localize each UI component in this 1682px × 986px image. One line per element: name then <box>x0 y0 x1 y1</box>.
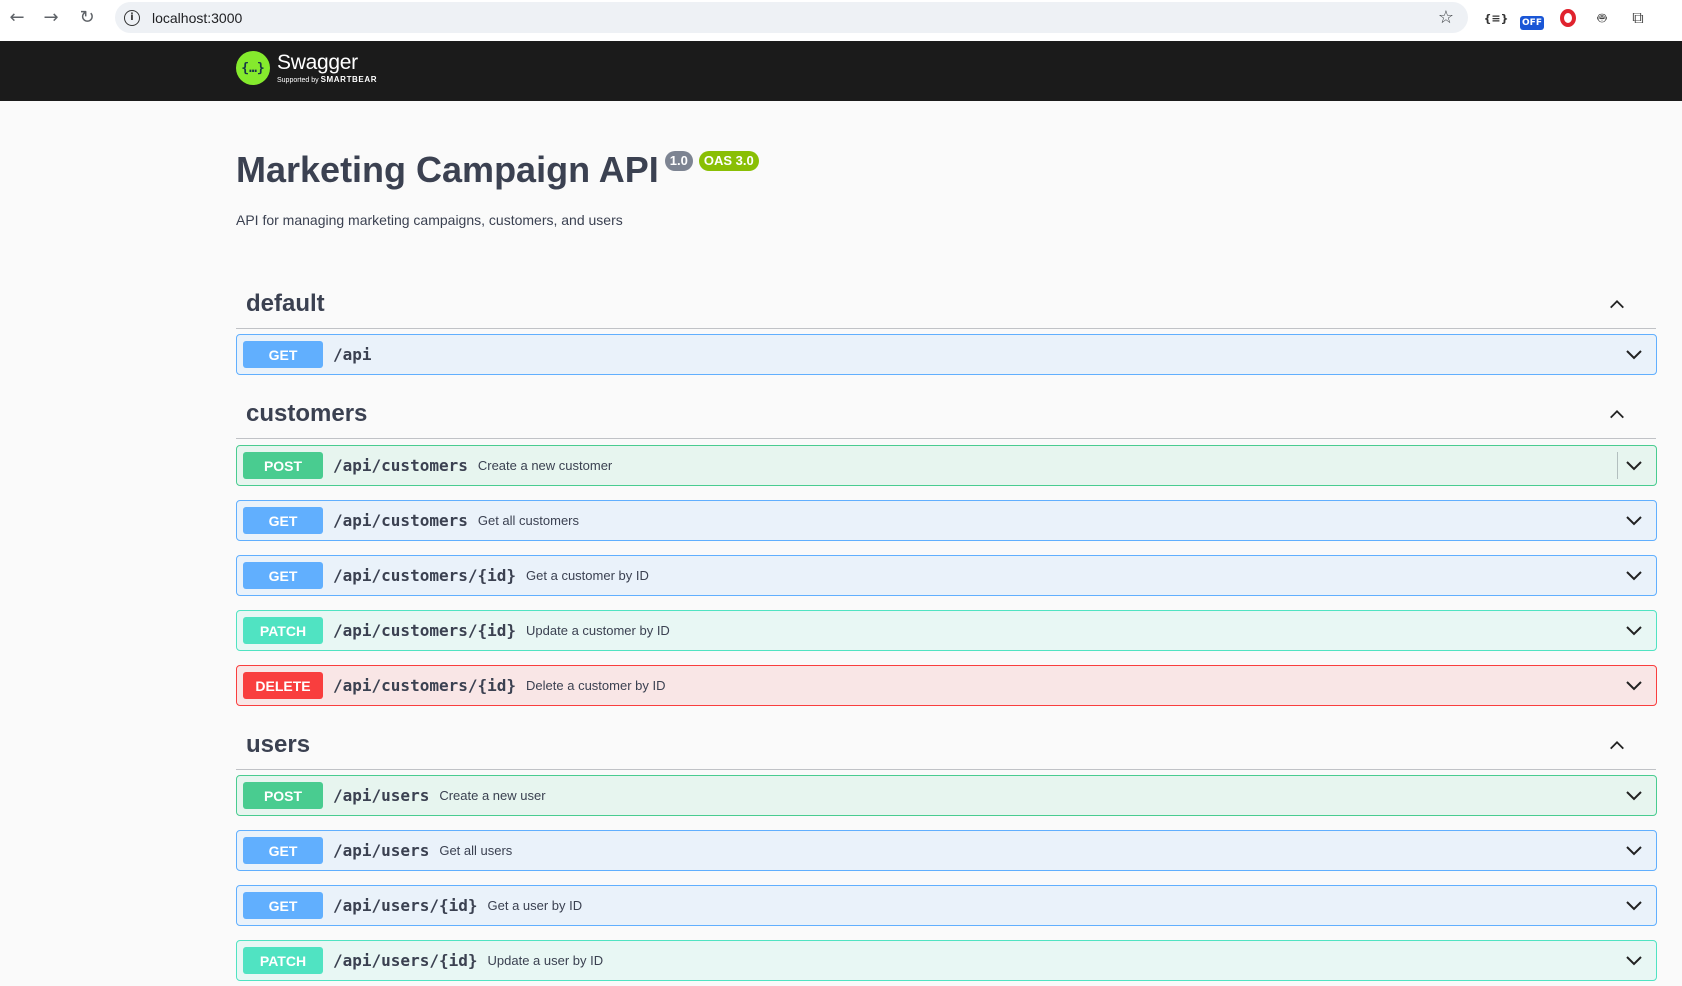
address-bar-url[interactable]: localhost:3000 <box>152 10 242 26</box>
oas-badge: OAS 3.0 <box>698 151 759 171</box>
operation-get-api[interactable]: GET /api <box>236 334 1657 375</box>
chevron-down-icon[interactable] <box>1624 566 1644 586</box>
operation-summary: Create a new user <box>439 788 546 803</box>
chevron-down-icon[interactable] <box>1624 951 1644 971</box>
api-description: API for managing marketing campaigns, cu… <box>236 212 623 228</box>
browser-toolbar: ← → ↻ i localhost:3000 ☆ {≡} OFF 🤖︎ ⧉ <box>0 0 1682 41</box>
chevron-down-icon[interactable] <box>1624 345 1644 365</box>
api-info: Marketing Campaign API 1.0 OAS 3.0 <box>236 148 759 192</box>
logo-supported-text: Supported by <box>277 76 319 84</box>
method-badge: GET <box>243 562 323 589</box>
chevron-down-icon[interactable] <box>1624 621 1644 641</box>
operation-summary: Get all customers <box>477 513 580 528</box>
operation-post-customers[interactable]: POST /api/customers Create a new custome… <box>236 445 1657 486</box>
forward-arrow-icon[interactable]: → <box>34 0 68 34</box>
operation-path: /api/customers/{id} <box>333 676 517 695</box>
chevron-down-icon[interactable] <box>1624 511 1644 531</box>
section-header-default[interactable]: default <box>236 279 1656 329</box>
logo-name: Swagger <box>277 50 358 74</box>
operation-path: /api/users <box>333 841 430 860</box>
chevron-up-icon <box>1610 410 1624 419</box>
method-badge: POST <box>243 782 323 809</box>
operation-summary: Get a user by ID <box>487 898 583 913</box>
section-header-customers[interactable]: customers <box>236 389 1656 439</box>
operation-summary: Get a customer by ID <box>526 568 649 583</box>
method-badge: PATCH <box>243 617 323 644</box>
chevron-down-icon[interactable] <box>1624 841 1644 861</box>
swagger-logo-icon: {…} <box>236 51 270 85</box>
address-bar[interactable]: i localhost:3000 ☆ <box>115 2 1468 33</box>
operation-path: /api/customers/{id} <box>333 566 517 585</box>
chevron-up-icon <box>1610 300 1624 309</box>
chevron-down-icon[interactable] <box>1624 456 1644 476</box>
operation-path: /api <box>333 345 372 364</box>
section-title: default <box>246 289 325 317</box>
version-badge: 1.0 <box>664 151 693 171</box>
off-badge-extension-icon[interactable]: OFF <box>1518 6 1546 30</box>
method-badge: GET <box>243 892 323 919</box>
operation-path: /api/customers <box>333 511 468 530</box>
method-badge: GET <box>243 507 323 534</box>
swagger-logo[interactable]: {…} Swagger Supported by SMARTBEAR <box>236 51 377 85</box>
section-title: users <box>246 730 311 758</box>
robot-icon[interactable]: 🤖︎ <box>1590 6 1614 30</box>
logo-brand-text: SMARTBEAR <box>320 74 378 84</box>
method-badge: GET <box>243 837 323 864</box>
chevron-down-icon[interactable] <box>1624 896 1644 916</box>
braces-icon[interactable]: {≡} <box>1484 6 1509 30</box>
operation-path: /api/users <box>333 786 430 805</box>
operation-patch-customer[interactable]: PATCH /api/customers/{id} Update a custo… <box>236 610 1657 651</box>
operation-summary: Update a customer by ID <box>526 623 670 638</box>
operation-summary: Create a new customer <box>477 458 613 473</box>
operation-post-users[interactable]: POST /api/users Create a new user <box>236 775 1657 816</box>
operation-summary: Get all users <box>439 843 513 858</box>
method-badge: PATCH <box>243 947 323 974</box>
method-badge: GET <box>243 341 323 368</box>
operation-path: /api/users/{id} <box>333 896 478 915</box>
chevron-down-icon[interactable] <box>1624 786 1644 806</box>
method-badge: POST <box>243 452 323 479</box>
divider <box>1617 452 1618 479</box>
operation-summary: Delete a customer by ID <box>526 678 666 693</box>
off-badge: OFF <box>1520 16 1544 30</box>
bookmark-star-icon[interactable]: ☆ <box>1438 7 1454 28</box>
operation-path: /api/customers <box>333 456 468 475</box>
opera-icon[interactable] <box>1556 6 1580 30</box>
operation-get-users[interactable]: GET /api/users Get all users <box>236 830 1657 871</box>
swagger-topbar: {…} Swagger Supported by SMARTBEAR <box>0 41 1682 101</box>
puzzle-icon[interactable]: ⧉ <box>1626 6 1650 30</box>
section-header-users[interactable]: users <box>236 720 1656 770</box>
operation-summary: Update a user by ID <box>487 953 604 968</box>
operation-path: /api/customers/{id} <box>333 621 517 640</box>
back-arrow-icon[interactable]: ← <box>0 0 34 34</box>
operation-get-customer-by-id[interactable]: GET /api/customers/{id} Get a customer b… <box>236 555 1657 596</box>
operation-get-customers[interactable]: GET /api/customers Get all customers <box>236 500 1657 541</box>
site-info-icon[interactable]: i <box>124 9 140 26</box>
reload-icon[interactable]: ↻ <box>70 0 104 34</box>
logo-subtitle: Supported by SMARTBEAR <box>277 75 377 85</box>
chevron-up-icon <box>1610 741 1624 750</box>
operation-patch-user[interactable]: PATCH /api/users/{id} Update a user by I… <box>236 940 1657 981</box>
method-badge: DELETE <box>243 672 323 699</box>
operation-get-user-by-id[interactable]: GET /api/users/{id} Get a user by ID <box>236 885 1657 926</box>
operation-delete-customer[interactable]: DELETE /api/customers/{id} Delete a cust… <box>236 665 1657 706</box>
section-title: customers <box>246 399 368 427</box>
chevron-down-icon[interactable] <box>1624 676 1644 696</box>
operation-path: /api/users/{id} <box>333 951 478 970</box>
page-title: Marketing Campaign API <box>236 149 659 190</box>
